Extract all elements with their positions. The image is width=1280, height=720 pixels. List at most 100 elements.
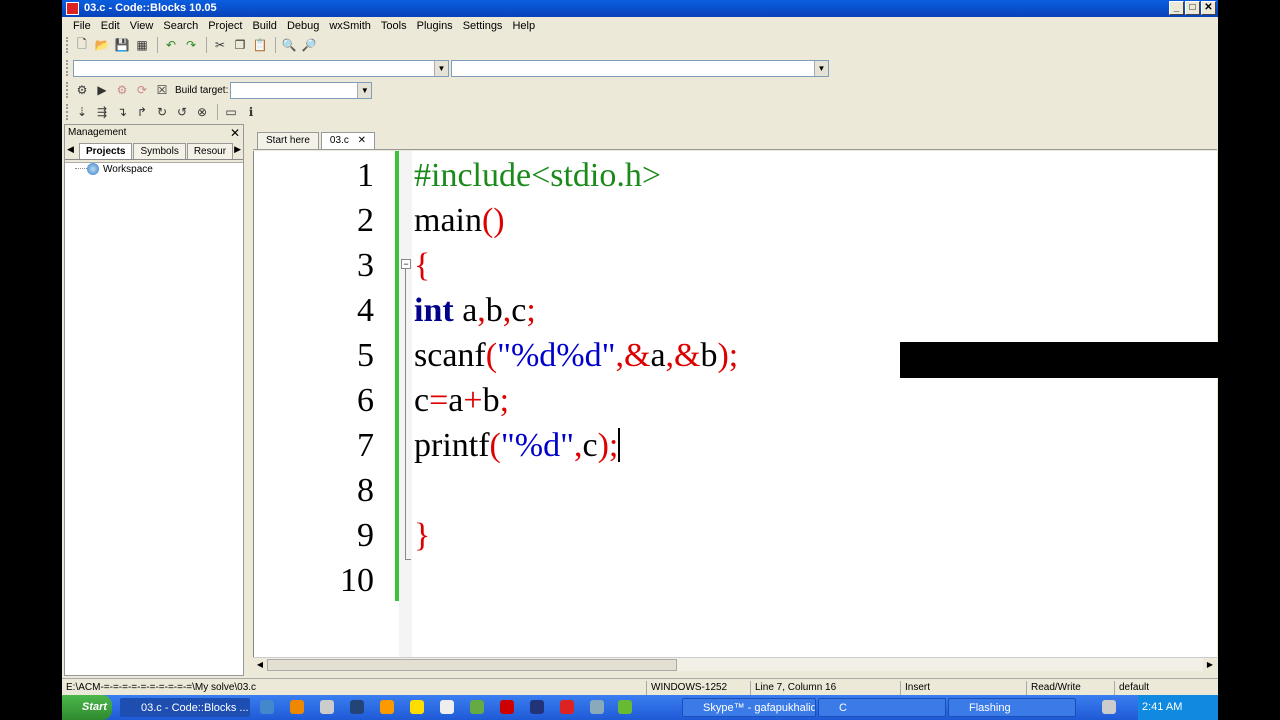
line-number: 6 <box>357 382 374 419</box>
open-file-icon[interactable]: 📂 <box>93 36 111 54</box>
task-folder-c[interactable]: C <box>818 698 946 717</box>
menu-plugins[interactable]: Plugins <box>412 20 458 32</box>
debug-step-out-icon[interactable]: ↱ <box>133 103 151 121</box>
close-button[interactable]: ✕ <box>1201 1 1216 15</box>
opera-icon[interactable] <box>500 700 514 714</box>
save-icon[interactable]: 💾 <box>113 36 131 54</box>
toolbar-separator <box>275 37 276 53</box>
undo-icon[interactable]: ↶ <box>162 36 180 54</box>
code-line-9: } <box>414 513 430 558</box>
menu-debug[interactable]: Debug <box>282 20 324 32</box>
shield-icon[interactable] <box>470 700 484 714</box>
app-icon[interactable] <box>350 700 364 714</box>
code-token: main <box>414 202 482 239</box>
build-target-dropdown[interactable]: ▼ <box>230 81 373 99</box>
clock[interactable]: 2:41 AM <box>1142 701 1182 713</box>
tab-start-here[interactable]: Start here <box>257 132 319 149</box>
task-skype[interactable]: Skype™ - gafapukhalid <box>682 698 816 717</box>
workspace-icon <box>87 163 99 175</box>
pdf-icon[interactable] <box>560 700 574 714</box>
debug-stop-icon[interactable]: ⊗ <box>193 103 211 121</box>
status-insert-mode: Insert <box>900 681 1026 695</box>
code-token: } <box>414 517 431 554</box>
menu-build[interactable]: Build <box>247 20 281 32</box>
redo-icon[interactable]: ↷ <box>182 36 200 54</box>
function-dropdown[interactable]: ▼ <box>451 59 829 77</box>
debug-info-icon[interactable]: ℹ <box>242 103 260 121</box>
tab-scroll-right-icon[interactable]: ▶ <box>234 144 241 155</box>
debug-next-line-icon[interactable]: ⇶ <box>93 103 111 121</box>
replace-icon[interactable]: 🔎 <box>300 36 318 54</box>
find-icon[interactable]: 🔍 <box>280 36 298 54</box>
run-icon[interactable]: ▶ <box>93 81 111 99</box>
fold-toggle-icon[interactable]: − <box>401 259 411 269</box>
menu-project[interactable]: Project <box>203 20 247 32</box>
toolbar-grip[interactable] <box>66 82 69 98</box>
tab-03c[interactable]: 03.c ✕ <box>320 132 375 149</box>
app-window: 03.c - Code::Blocks 10.05 _ □ ✕ File Edi… <box>62 0 1218 720</box>
code-line-6: c=a+b; <box>414 378 509 423</box>
menu-file[interactable]: File <box>68 20 96 32</box>
build-run-icon[interactable]: ⚙ <box>113 81 131 99</box>
new-file-icon[interactable]: 🗋 <box>73 36 91 54</box>
media-icon[interactable] <box>290 700 304 714</box>
code-token: & <box>623 337 651 374</box>
cut-icon[interactable]: ✂ <box>211 36 229 54</box>
debug-windows-icon[interactable]: ▭ <box>222 103 240 121</box>
build-gear-icon[interactable]: ⚙ <box>73 81 91 99</box>
scope-dropdown[interactable]: ▼ <box>73 59 449 77</box>
pen-icon[interactable] <box>320 700 334 714</box>
tab-symbols[interactable]: Symbols <box>133 143 186 159</box>
tab-resources[interactable]: Resour <box>186 143 234 159</box>
tab-scroll-left-icon[interactable]: ◀ <box>67 144 74 155</box>
debug-step-instr-icon[interactable]: ↺ <box>173 103 191 121</box>
settings-icon[interactable] <box>590 700 604 714</box>
horizontal-scrollbar[interactable]: ◀ ▶ <box>253 657 1217 671</box>
maximize-button[interactable]: □ <box>1185 1 1200 15</box>
menu-settings[interactable]: Settings <box>458 20 508 32</box>
status-encoding: WINDOWS-1252 <box>646 681 750 695</box>
menu-edit[interactable]: Edit <box>96 20 125 32</box>
menu-wxsmith[interactable]: wxSmith <box>324 20 376 32</box>
code-token: b <box>482 382 500 419</box>
debug-run-to-cursor-icon[interactable]: ⇣ <box>73 103 91 121</box>
status-bar: E:\ACM-=-=-=-=-=-=-=-=-=-=\My solve\03.c… <box>62 678 1218 695</box>
close-icon[interactable]: ✕ <box>230 125 240 141</box>
status-lexer: default <box>1114 681 1218 695</box>
paste-icon[interactable]: 📋 <box>251 36 269 54</box>
tree-item-workspace[interactable]: Workspace <box>87 163 153 175</box>
toolbar-grip[interactable] <box>66 37 69 53</box>
codeblocks-icon[interactable] <box>530 700 544 714</box>
ie-icon[interactable] <box>260 700 274 714</box>
menu-help[interactable]: Help <box>507 20 540 32</box>
debug-next-instr-icon[interactable]: ↻ <box>153 103 171 121</box>
line-number: 2 <box>357 202 374 239</box>
code-editor[interactable]: 1 2 3 4 5 6 7 8 9 10 − #include<stdio.h>… <box>253 151 1217 657</box>
task-flashing[interactable]: Flashing <box>948 698 1076 717</box>
abort-icon[interactable]: ☒ <box>153 81 171 99</box>
toolbar-grip[interactable] <box>66 60 69 76</box>
scrollbar-thumb[interactable] <box>267 659 677 671</box>
minimize-button[interactable]: _ <box>1169 1 1184 15</box>
copy-icon[interactable]: ❐ <box>231 36 249 54</box>
close-icon[interactable]: ✕ <box>358 135 366 146</box>
menu-search[interactable]: Search <box>158 20 203 32</box>
management-tabs: ◀ Projects Symbols Resour ▶ <box>65 141 243 160</box>
menu-tools[interactable]: Tools <box>376 20 412 32</box>
check-icon[interactable] <box>440 700 454 714</box>
toolbar-grip[interactable] <box>66 104 69 120</box>
debug-step-into-icon[interactable]: ↴ <box>113 103 131 121</box>
save-all-icon[interactable]: ▦ <box>133 36 151 54</box>
menu-view[interactable]: View <box>125 20 159 32</box>
debugger-toolbar: ⇣ ⇶ ↴ ↱ ↻ ↺ ⊗ ▭ ℹ <box>62 101 262 123</box>
vlc-icon[interactable] <box>380 700 394 714</box>
task-codeblocks[interactable]: 03.c - Code::Blocks ... <box>120 698 250 717</box>
rebuild-icon[interactable]: ⟳ <box>133 81 151 99</box>
start-button[interactable]: Start <box>62 695 112 720</box>
scroll-right-icon[interactable]: ▶ <box>1203 658 1217 671</box>
tab-projects[interactable]: Projects <box>79 143 133 159</box>
scroll-left-icon[interactable]: ◀ <box>253 658 267 671</box>
tray-expand-icon[interactable] <box>1102 700 1116 714</box>
network-icon[interactable] <box>618 700 632 714</box>
messenger-icon[interactable] <box>410 700 424 714</box>
